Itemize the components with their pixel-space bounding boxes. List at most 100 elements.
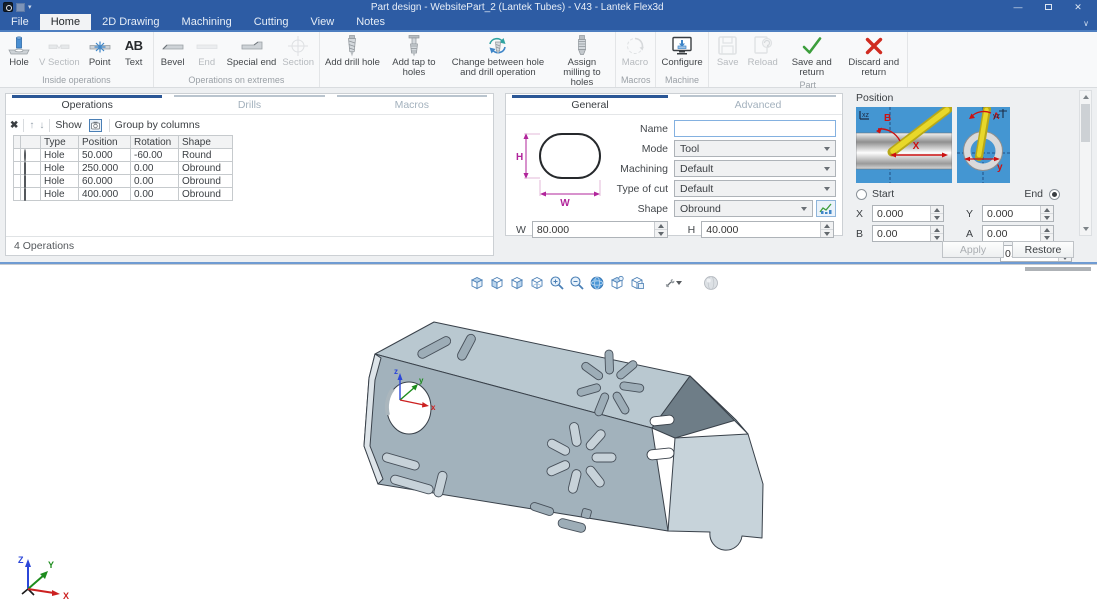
zoom-out-icon[interactable] [568, 274, 585, 291]
configure-button[interactable]: Configure [659, 33, 704, 69]
bevel-button[interactable]: Bevel [157, 33, 189, 69]
toolbar-separator [23, 119, 24, 132]
w-label: W [516, 224, 526, 236]
change-hole-drill-label: Change between hole and drill operation [448, 58, 548, 78]
start-radio-label[interactable]: Start [872, 188, 894, 200]
table-row[interactable]: Hole 50.000 -60.00 Round [14, 149, 233, 162]
camera-view-icon[interactable] [87, 117, 104, 134]
apply-button[interactable]: Apply [942, 241, 1004, 258]
drill-hole-icon [343, 34, 361, 58]
col-shape[interactable]: Shape [179, 136, 233, 149]
zoom-in-icon[interactable] [548, 274, 565, 291]
view-isometric-icon[interactable] [468, 274, 485, 291]
machining-dropdown[interactable]: Default [674, 160, 836, 177]
obround-icon [24, 188, 26, 201]
end-radio-label[interactable]: End [1024, 188, 1043, 200]
shape-icon-header [21, 136, 41, 149]
table-row[interactable]: Hole 60.000 0.00 Obround [14, 175, 233, 188]
add-drill-hole-button[interactable]: Add drill hole [323, 33, 382, 69]
start-radio[interactable] [856, 189, 867, 200]
quick-save-icon[interactable] [16, 3, 25, 12]
add-tap-to-holes-button[interactable]: Add tap to holes [384, 33, 444, 79]
chevron-down-icon [824, 147, 830, 151]
group-by-columns-button[interactable]: Group by columns [115, 119, 200, 131]
table-row[interactable]: Hole 400.000 0.00 Obround [14, 188, 233, 201]
position-scrollbar[interactable] [1079, 90, 1092, 236]
hole-button[interactable]: Hole [3, 33, 35, 69]
menu-tab-notes[interactable]: Notes [345, 14, 396, 30]
point-button[interactable]: Point [84, 33, 116, 69]
view-side-icon[interactable] [508, 274, 525, 291]
dim-y-label: y [997, 162, 1003, 173]
tab-advanced[interactable]: Advanced [674, 94, 842, 114]
tab-operations[interactable]: Operations [6, 94, 168, 114]
menu-tab-home[interactable]: Home [40, 14, 91, 30]
model-angled-cut-face [668, 434, 763, 550]
delete-operation-icon[interactable]: ✖ [10, 120, 18, 131]
discard-and-return-button[interactable]: Discard and return [844, 33, 904, 79]
save-and-return-button[interactable]: Save and return [782, 33, 842, 79]
milling-bit-icon [573, 34, 591, 58]
view-front-icon[interactable] [488, 274, 505, 291]
maximize-button[interactable] [1033, 1, 1063, 14]
menu-tab-file[interactable]: File [0, 14, 40, 30]
special-end-icon [240, 34, 264, 58]
shape-dropdown[interactable]: Obround [674, 200, 813, 217]
menu-tab-2d-drawing[interactable]: 2D Drawing [91, 14, 170, 30]
tools-menu-icon[interactable] [665, 274, 682, 291]
save-icon [716, 34, 740, 58]
view-top-icon[interactable] [608, 274, 625, 291]
y-label: Y [966, 208, 978, 220]
show-button[interactable]: Show [55, 119, 81, 131]
type-of-cut-dropdown[interactable]: Default [674, 180, 836, 197]
table-row[interactable]: Hole 250.000 0.00 Obround [14, 162, 233, 175]
orbit-sphere-icon[interactable] [588, 274, 605, 291]
view-fit-icon[interactable] [628, 274, 645, 291]
close-button[interactable]: ✕ [1063, 1, 1093, 14]
x-stepper[interactable] [930, 206, 943, 221]
model-x-axis-label: x [431, 403, 436, 412]
special-end-button[interactable]: Special end [225, 33, 279, 69]
b-stepper[interactable] [930, 226, 943, 241]
part-3d-model[interactable]: z y x [330, 316, 790, 601]
tab-general[interactable]: General [506, 94, 674, 114]
menu-tab-view[interactable]: View [300, 14, 346, 30]
tab-macros[interactable]: Macros [331, 94, 493, 114]
a-stepper[interactable] [1040, 226, 1053, 241]
change-hole-drill-button[interactable]: Change between hole and drill operation [446, 33, 550, 79]
menu-tab-cutting[interactable]: Cutting [243, 14, 300, 30]
col-type[interactable]: Type [41, 136, 79, 149]
move-down-icon[interactable]: ↓ [39, 120, 44, 131]
viewport-3d[interactable]: z y x Z Y X [0, 264, 1097, 600]
name-input[interactable] [674, 120, 836, 137]
round-icon [24, 149, 26, 162]
assign-milling-button[interactable]: Assign milling to holes [552, 33, 612, 89]
scroll-up-icon[interactable] [1080, 91, 1091, 103]
col-position[interactable]: Position [79, 136, 131, 149]
text-button[interactable]: AB Text [118, 33, 150, 69]
app-icon[interactable] [3, 2, 13, 12]
shape-library-button[interactable] [816, 200, 836, 217]
z-axis-label: Z [18, 555, 24, 565]
w-stepper[interactable] [654, 222, 667, 237]
col-rotation[interactable]: Rotation [131, 136, 179, 149]
tab-drills[interactable]: Drills [168, 94, 330, 114]
scroll-down-icon[interactable] [1080, 223, 1091, 235]
material-sphere-icon[interactable] [702, 274, 719, 291]
menu-tab-machining[interactable]: Machining [171, 14, 243, 30]
mode-dropdown[interactable]: Tool [674, 140, 836, 157]
h-stepper[interactable] [820, 222, 833, 237]
diagram-h-label: H [516, 152, 523, 163]
scrollbar-thumb[interactable] [1081, 104, 1090, 142]
h-input[interactable] [702, 222, 833, 237]
ribbon-collapse-chevron-icon[interactable]: ∨ [1075, 17, 1097, 30]
move-up-icon[interactable]: ↑ [29, 120, 34, 131]
y-axis-label: Y [48, 560, 54, 570]
end-radio[interactable] [1049, 189, 1060, 200]
y-stepper[interactable] [1040, 206, 1053, 221]
w-input[interactable] [533, 222, 667, 237]
ribbon-group-part: Save Reload Save and return Discard and … [709, 32, 908, 87]
view-wireframe-icon[interactable] [528, 274, 545, 291]
minimize-button[interactable]: — [1003, 1, 1033, 14]
restore-button[interactable]: Restore [1012, 241, 1074, 258]
